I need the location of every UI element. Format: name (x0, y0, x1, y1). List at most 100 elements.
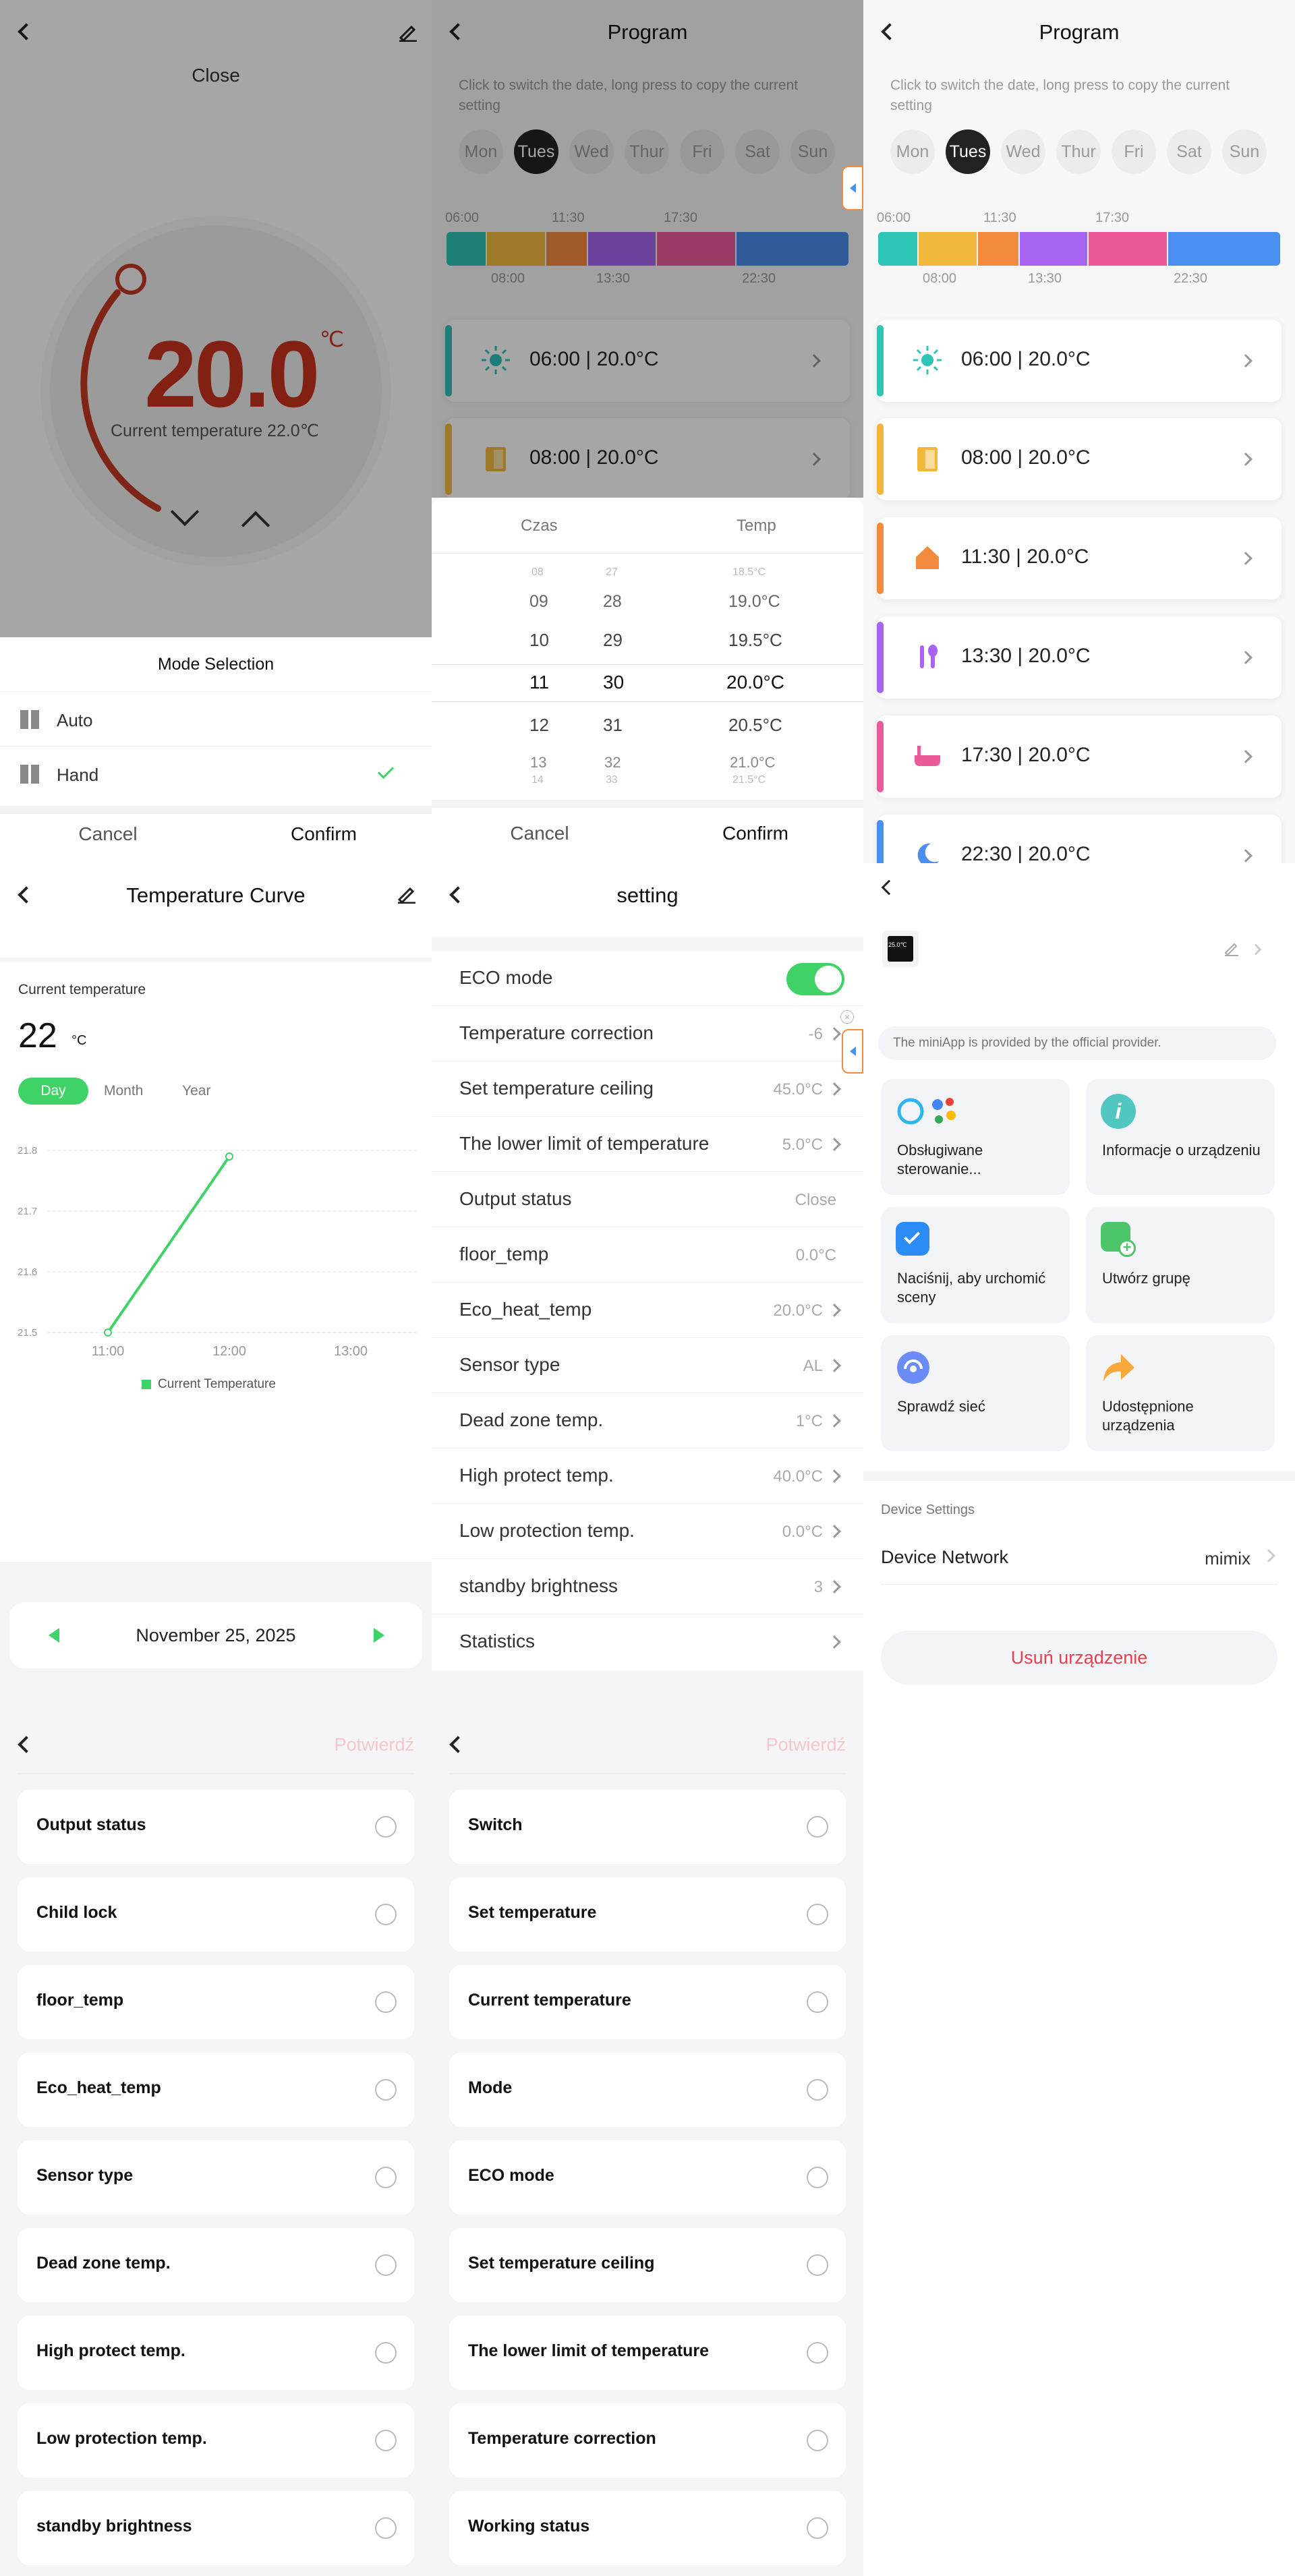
row-low-protect[interactable]: Low protection temp. 0.0°C (432, 1504, 863, 1559)
day-mon[interactable]: Mon (890, 129, 935, 174)
mode-sheet: Mode Selection Auto Hand Cancel Confirm (0, 637, 432, 863)
radio-icon[interactable] (375, 1816, 397, 1838)
confirm-button[interactable]: Confirm (216, 823, 432, 845)
row-sensor-type[interactable]: Sensor type AL (432, 1338, 863, 1393)
segment-5[interactable] (1089, 232, 1167, 266)
radio-icon[interactable] (375, 1904, 397, 1925)
option-hand[interactable]: Hand (0, 747, 432, 801)
row-eco-heat-temp[interactable]: Eco_heat_temp 20.0°C (432, 1283, 863, 1338)
moon-icon (917, 843, 939, 863)
remove-device-button[interactable]: Usuń urządzenie (881, 1631, 1277, 1685)
program-entry[interactable]: 13:30 | 20.0°C (877, 616, 1282, 699)
option-item[interactable]: ECO mode (449, 2140, 846, 2215)
day-sun[interactable]: Sun (1222, 129, 1267, 174)
cancel-button[interactable]: Cancel (0, 823, 216, 845)
row-high-protect[interactable]: High protect temp. 40.0°C (432, 1448, 863, 1504)
option-item[interactable]: High protect temp. (18, 2316, 414, 2390)
back-icon[interactable] (18, 1736, 35, 1753)
radio-icon[interactable] (375, 2254, 397, 2276)
day-thu[interactable]: Thur (1056, 129, 1101, 174)
option-item[interactable]: floor_temp (18, 1965, 414, 2039)
option-item[interactable]: Temperature correction (449, 2403, 846, 2478)
close-icon[interactable]: × (840, 1010, 854, 1024)
segment-3[interactable] (978, 232, 1018, 266)
radio-icon[interactable] (375, 2430, 397, 2451)
option-item[interactable]: Child lock (18, 1877, 414, 1952)
option-item[interactable]: Current temperature (449, 1965, 846, 2039)
tile-device-info[interactable]: i Informacje o urządzeniu (1086, 1079, 1275, 1195)
tile-create-group[interactable]: + Utwórz grupę (1086, 1207, 1275, 1323)
option-item[interactable]: Set temperature (449, 1877, 846, 1952)
option-item[interactable]: Working status (449, 2491, 846, 2565)
tab-day[interactable]: Day (18, 1078, 88, 1105)
segment-1[interactable] (878, 232, 917, 266)
option-item[interactable]: The lower limit of temperature (449, 2316, 846, 2390)
device-network-row[interactable]: Device Network mimix (881, 1531, 1277, 1585)
option-item[interactable]: Mode (449, 2053, 846, 2127)
row-temperature-ceiling[interactable]: Set temperature ceiling 45.0°C (432, 1061, 863, 1117)
tile-check-network[interactable]: Sprawdź sieć (881, 1335, 1070, 1451)
radio-icon[interactable] (807, 1816, 828, 1838)
option-item[interactable]: Sensor type (18, 2140, 414, 2215)
collapse-tab[interactable] (842, 1029, 863, 1074)
x-tick-label: 11:00 (92, 1344, 125, 1359)
eco-mode-toggle[interactable] (786, 963, 844, 995)
next-date-icon[interactable] (374, 1628, 384, 1643)
option-item[interactable]: Eco_heat_temp (18, 2053, 414, 2127)
option-item[interactable]: Set temperature ceiling (449, 2228, 846, 2302)
day-wed[interactable]: Wed (1001, 129, 1045, 174)
option-item[interactable]: Switch (449, 1790, 846, 1864)
tab-year[interactable]: Year (182, 1083, 210, 1099)
day-tue[interactable]: Tues (946, 129, 990, 174)
radio-icon[interactable] (807, 2079, 828, 2101)
program-entry[interactable]: 06:00 | 20.0°C (877, 320, 1282, 402)
day-sat[interactable]: Sat (1167, 129, 1211, 174)
row-statistics[interactable]: Statistics (432, 1614, 863, 1670)
program-entry[interactable]: 08:00 | 20.0°C (877, 418, 1282, 500)
row-temperature-correction[interactable]: Temperature correction -6 (432, 1006, 863, 1061)
program-entry[interactable]: 22:30 | 20.0°C (877, 815, 1282, 863)
wheel-item: 08 (531, 566, 544, 578)
radio-icon[interactable] (375, 2342, 397, 2364)
row-standby-brightness[interactable]: standby brightness 3 (432, 1559, 863, 1614)
radio-icon[interactable] (807, 2430, 828, 2451)
program-entry[interactable]: 17:30 | 20.0°C (877, 715, 1282, 798)
confirm-button[interactable]: Potwierdź (766, 1734, 846, 1755)
tab-month[interactable]: Month (104, 1083, 143, 1099)
day-fri[interactable]: Fri (1112, 129, 1156, 174)
collapse-tab[interactable] (842, 166, 863, 210)
tile-supported-control[interactable]: Obsługiwane sterowanie... (881, 1079, 1070, 1195)
confirm-button[interactable]: Potwierdź (334, 1734, 414, 1755)
current-temperature-unit: °C (71, 1033, 87, 1048)
legend-label: Current Temperature (158, 1377, 276, 1391)
radio-icon[interactable] (375, 2517, 397, 2539)
radio-icon[interactable] (375, 2167, 397, 2188)
option-item[interactable]: Low protection temp. (18, 2403, 414, 2478)
radio-icon[interactable] (807, 2167, 828, 2188)
back-icon[interactable] (881, 879, 897, 896)
cancel-button[interactable]: Cancel (432, 823, 648, 844)
edit-icon[interactable] (397, 883, 417, 904)
segment-6[interactable] (1168, 232, 1280, 266)
radio-icon[interactable] (807, 2342, 828, 2364)
option-item[interactable]: standby brightness (18, 2491, 414, 2565)
program-entry[interactable]: 11:30 | 20.0°C (877, 517, 1282, 599)
option-auto[interactable]: Auto (0, 693, 432, 747)
tile-shared-devices[interactable]: Udostępnione urządzenia (1086, 1335, 1275, 1451)
radio-icon[interactable] (375, 1991, 397, 2013)
radio-icon[interactable] (807, 2517, 828, 2539)
edit-icon[interactable] (1224, 940, 1240, 956)
option-item[interactable]: Output status (18, 1790, 414, 1864)
row-dead-zone[interactable]: Dead zone temp. 1°C (432, 1393, 863, 1448)
radio-icon[interactable] (375, 2079, 397, 2101)
radio-icon[interactable] (807, 1904, 828, 1925)
row-lower-limit[interactable]: The lower limit of temperature 5.0°C (432, 1117, 863, 1172)
radio-icon[interactable] (807, 2254, 828, 2276)
segment-2[interactable] (919, 232, 977, 266)
back-icon[interactable] (449, 1736, 467, 1753)
tile-run-scene[interactable]: Naciśnij, aby urchomić sceny (881, 1207, 1070, 1323)
confirm-button[interactable]: Confirm (648, 823, 863, 844)
radio-icon[interactable] (807, 1991, 828, 2013)
segment-4[interactable] (1020, 232, 1087, 266)
option-item[interactable]: Dead zone temp. (18, 2228, 414, 2302)
